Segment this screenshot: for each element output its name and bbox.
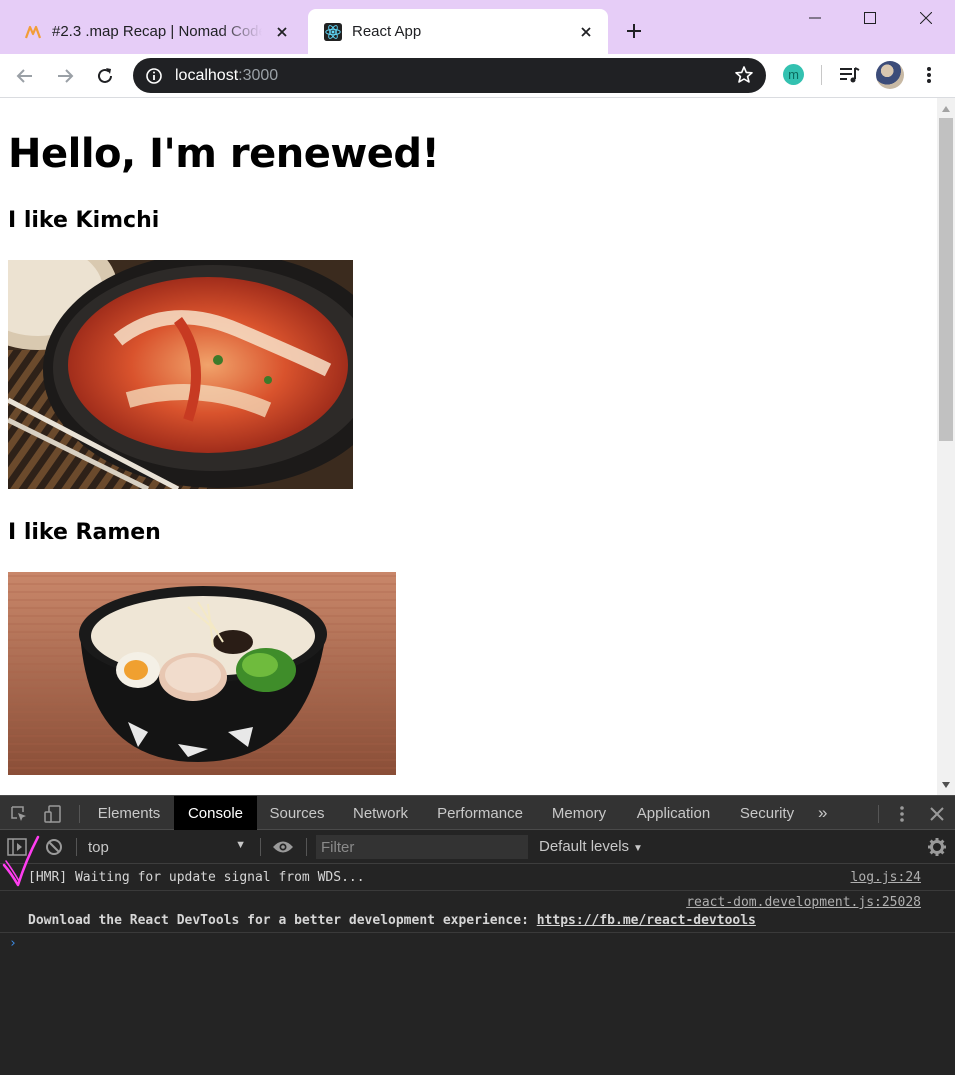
devtools-tab-performance[interactable]: Performance (424, 796, 536, 830)
close-icon[interactable] (270, 20, 294, 44)
window-close-button[interactable] (897, 0, 955, 36)
browser-titlebar: #2.3 .map Recap | Nomad Coders React App (0, 0, 955, 54)
info-icon[interactable] (145, 67, 163, 85)
devtools-divider (260, 838, 261, 856)
devtools-menu-button[interactable] (891, 803, 913, 825)
new-tab-button[interactable] (620, 17, 648, 45)
food-heading: I like Ramen (8, 520, 161, 545)
forward-button[interactable] (50, 61, 80, 91)
kebab-menu-icon (927, 67, 931, 83)
console-message-text: [HMR] Waiting for update signal from WDS… (28, 870, 365, 885)
devtools-close-button[interactable] (926, 803, 948, 825)
back-button[interactable] (10, 61, 40, 91)
scroll-down-arrow[interactable] (937, 776, 955, 793)
devtools-panel: Elements Console Sources Network Perform… (0, 795, 955, 1075)
close-icon (920, 12, 932, 24)
reload-icon (98, 68, 112, 83)
devtools-tab-console[interactable]: Console (174, 796, 257, 830)
plus-icon (627, 24, 641, 38)
extension-icon[interactable]: m (783, 64, 804, 85)
devtools-divider (76, 838, 77, 856)
tab-title: React App (352, 23, 422, 40)
page-title: Hello, I'm renewed! (8, 131, 440, 177)
media-control-button[interactable] (835, 60, 865, 90)
url-text[interactable]: localhost:3000 (175, 67, 278, 85)
kebab-menu-icon (900, 806, 904, 822)
console-message-body: Download the React DevTools for a better… (28, 913, 537, 928)
react-atom-icon (324, 22, 342, 41)
log-levels-value: Default levels (539, 838, 630, 855)
tab-react-app[interactable]: React App (308, 9, 608, 54)
page-viewport: Hello, I'm renewed! I like Kimchi I like… (0, 98, 937, 795)
context-select[interactable]: top ▼ (80, 836, 252, 858)
devtools-tab-sources[interactable]: Sources (257, 796, 337, 830)
food-heading: I like Kimchi (8, 208, 160, 233)
close-icon (930, 807, 944, 821)
tab-title: #2.3 .map Recap | Nomad Coders (52, 23, 262, 40)
console-source-link[interactable]: react-dom.development.js:25028 (686, 895, 921, 910)
address-bar[interactable]: localhost:3000 (133, 58, 766, 93)
console-settings-gear-icon[interactable] (926, 836, 948, 858)
devtools-tab-memory[interactable]: Memory (536, 796, 622, 830)
console-message: react-dom.development.js:25028 Download … (0, 891, 955, 933)
nomad-coders-icon (24, 23, 42, 41)
more-tabs-button[interactable]: » (818, 803, 827, 823)
caret-down-icon: ▼ (633, 843, 643, 854)
maximize-button[interactable] (841, 0, 899, 36)
toolbar-divider (821, 65, 822, 85)
arrow-left-icon (16, 69, 32, 83)
scroll-up-arrow[interactable] (937, 100, 955, 117)
devtools-divider (79, 805, 80, 823)
device-toolbar-icon[interactable] (42, 803, 64, 825)
react-devtools-link[interactable]: https://fb.me/react-devtools (537, 913, 756, 928)
url-host: localhost (175, 66, 239, 84)
browser-menu-button[interactable] (914, 60, 944, 90)
devtools-divider (306, 838, 307, 856)
devtools-tab-application[interactable]: Application (622, 796, 725, 830)
arrow-right-icon (58, 69, 74, 83)
kimchi-image (8, 260, 353, 489)
console-filter-input[interactable] (316, 835, 528, 859)
ramen-image (8, 572, 396, 775)
minimize-button[interactable] (786, 0, 844, 36)
console-message: [HMR] Waiting for update signal from WDS… (0, 864, 955, 891)
page-scrollbar[interactable] (937, 98, 955, 795)
playlist-icon (840, 67, 860, 83)
close-icon[interactable] (574, 20, 598, 44)
devtools-tab-bar: Elements Console Sources Network Perform… (0, 795, 955, 830)
console-filter-bar: top ▼ Default levels▼ (0, 830, 955, 864)
log-levels-dropdown[interactable]: Default levels ▼ (539, 838, 643, 855)
console-prompt[interactable]: › (9, 936, 17, 951)
minimize-icon (809, 17, 821, 19)
profile-avatar[interactable] (876, 61, 904, 89)
devtools-tab-elements[interactable]: Elements (84, 796, 174, 830)
live-expression-eye-icon[interactable] (272, 836, 294, 858)
console-message-text: Download the React DevTools for a better… (28, 913, 756, 928)
context-value: top (88, 838, 109, 856)
url-port: :3000 (238, 66, 279, 84)
console-source-link[interactable]: log.js:24 (851, 870, 921, 885)
clear-console-icon[interactable] (43, 836, 65, 858)
browser-toolbar: localhost:3000 (0, 54, 955, 97)
checkmark-annotation-icon (2, 835, 40, 887)
scroll-thumb[interactable] (939, 118, 953, 441)
inspect-element-icon[interactable] (8, 803, 30, 825)
maximize-icon (864, 12, 876, 24)
devtools-tab-security[interactable]: Security (725, 796, 809, 830)
devtools-tab-network[interactable]: Network (337, 796, 424, 830)
caret-down-icon: ▼ (235, 839, 246, 851)
devtools-divider (878, 805, 879, 823)
tab-nomad-coders[interactable]: #2.3 .map Recap | Nomad Coders (8, 9, 304, 54)
reload-button[interactable] (90, 61, 120, 91)
bookmark-star-icon[interactable] (734, 65, 754, 85)
